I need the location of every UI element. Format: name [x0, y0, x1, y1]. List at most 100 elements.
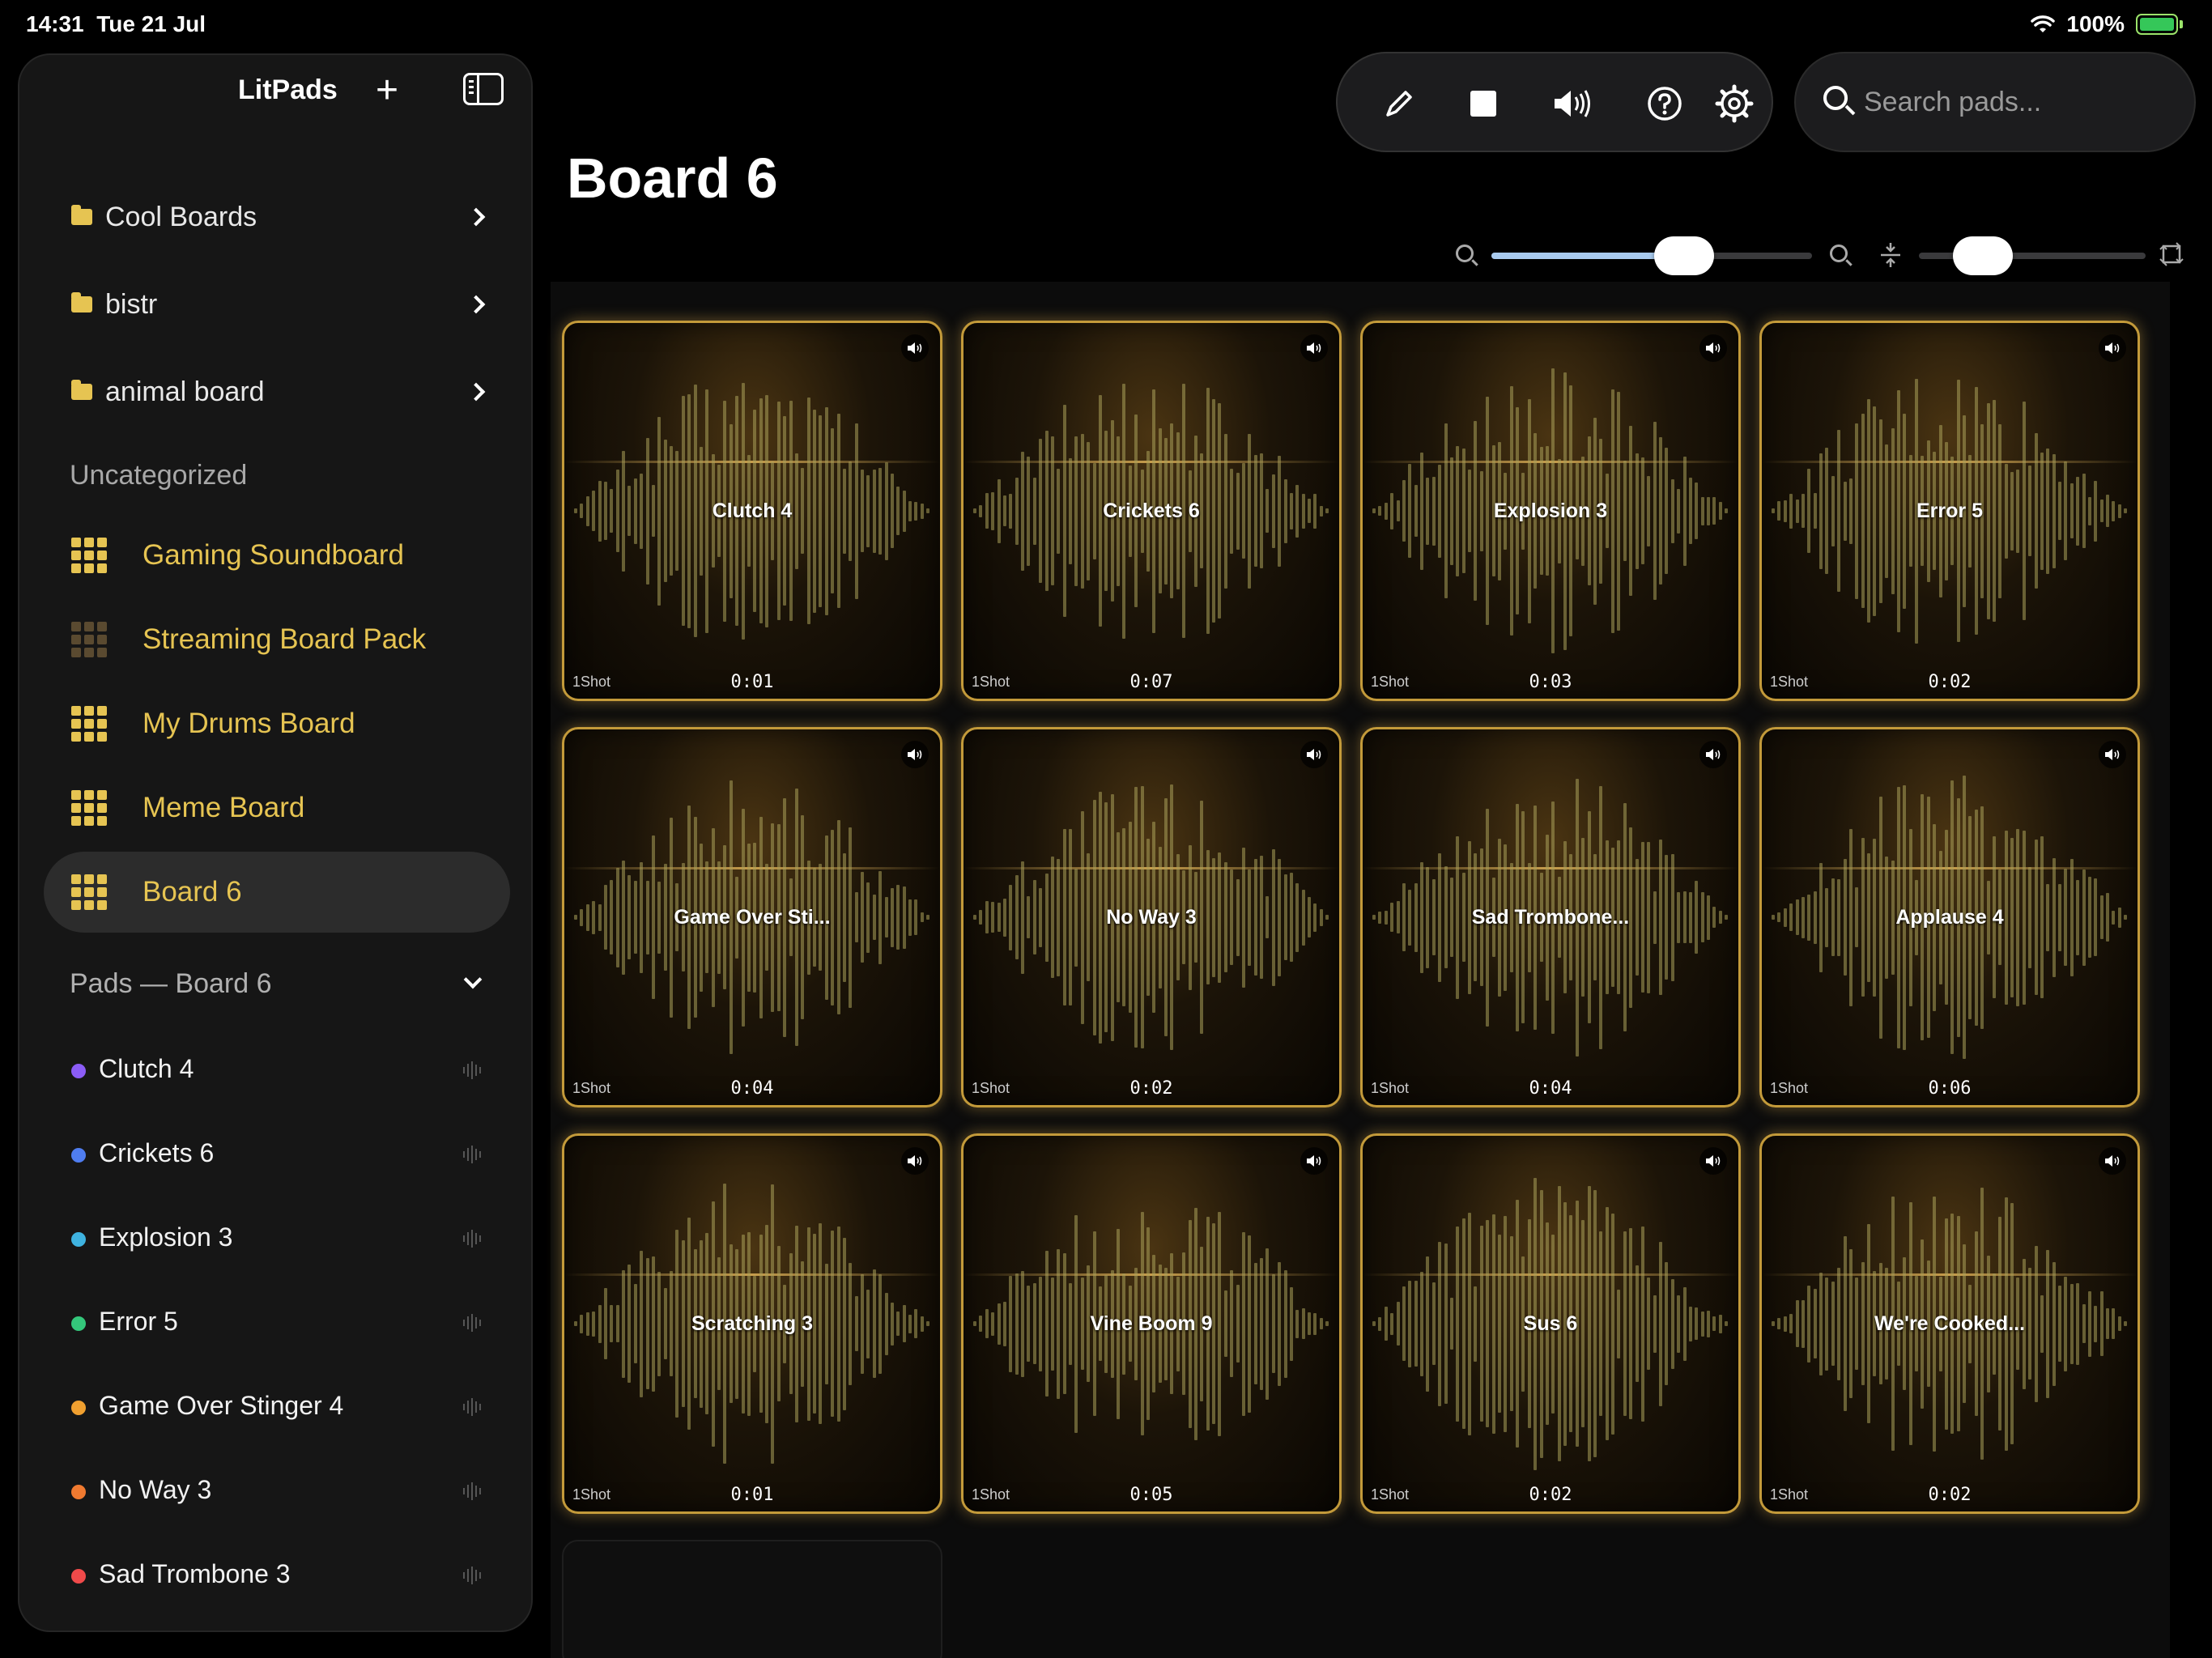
- pad-volume-icon[interactable]: [2099, 741, 2126, 768]
- sidebar-pad-item[interactable]: Crickets 6: [19, 1114, 531, 1195]
- sidebar-pad-item[interactable]: No Way 3: [19, 1451, 531, 1532]
- sidebar-pad-label: Sad Trombone 3: [99, 1559, 291, 1588]
- waveform-icon: [463, 1566, 483, 1585]
- folder-icon: [71, 205, 92, 225]
- spacing-slider: [1878, 235, 2184, 275]
- pad-name: Game Over Sti...: [674, 906, 831, 929]
- pad-color-dot: [71, 1569, 86, 1584]
- help-icon[interactable]: [1640, 79, 1689, 128]
- compress-icon[interactable]: [1878, 241, 1903, 269]
- waveform-icon: [463, 1397, 483, 1417]
- pad-volume-icon[interactable]: [2099, 334, 2126, 362]
- stop-icon[interactable]: [1459, 79, 1508, 128]
- pad-name: We're Cooked...: [1874, 1312, 2026, 1335]
- grid-icon: [71, 706, 107, 742]
- pad-volume-icon[interactable]: [901, 1147, 929, 1175]
- pad-name: Error 5: [1916, 500, 1983, 522]
- folder-label: Cool Boards: [105, 201, 257, 232]
- sound-pad[interactable]: Crickets 6 1Shot 0:07: [961, 321, 1342, 701]
- sidebar: LitPads + Cool Boards bistr animal board…: [18, 53, 533, 1632]
- status-right: 100%: [2031, 11, 2183, 37]
- zoom-out-icon[interactable]: [1456, 244, 1474, 262]
- pad-volume-icon[interactable]: [1300, 741, 1328, 768]
- sound-pad[interactable]: Error 5 1Shot 0:02: [1759, 321, 2140, 701]
- zoom-in-icon[interactable]: [1830, 244, 1848, 262]
- pad-duration: 0:04: [1529, 1078, 1572, 1099]
- sound-pad[interactable]: We're Cooked... 1Shot 0:02: [1759, 1133, 2140, 1514]
- sound-pad[interactable]: No Way 3 1Shot 0:02: [961, 727, 1342, 1107]
- pad-duration: 0:02: [1129, 1078, 1173, 1099]
- sidebar-pad-item[interactable]: Sad Trombone 3: [19, 1535, 531, 1616]
- pad-name: Sus 6: [1523, 1312, 1578, 1335]
- pad-name: Scratching 3: [691, 1312, 814, 1335]
- sound-pad[interactable]: Vine Boom 9 1Shot 0:05: [961, 1133, 1342, 1514]
- zoom-thumb[interactable]: [1653, 236, 1714, 275]
- chevron-right-icon: [466, 295, 486, 314]
- board-item-board-6[interactable]: Board 6: [44, 852, 510, 933]
- speaker-icon[interactable]: [1548, 79, 1597, 128]
- search-bar: [1794, 52, 2196, 152]
- sound-pad[interactable]: Sad Trombone... 1Shot 0:04: [1360, 727, 1741, 1107]
- add-board-button[interactable]: +: [376, 71, 398, 110]
- board-label: Streaming Board Pack: [143, 623, 427, 655]
- pad-volume-icon[interactable]: [901, 741, 929, 768]
- sound-pad[interactable]: Sus 6 1Shot 0:02: [1360, 1133, 1741, 1514]
- folder-bistr[interactable]: bistr: [19, 264, 531, 345]
- sidebar-pad-item[interactable]: Explosion 3: [19, 1198, 531, 1279]
- sidebar-toggle-icon[interactable]: [463, 73, 504, 105]
- sidebar-pad-item[interactable]: Game Over Stinger 4: [19, 1367, 531, 1448]
- sound-pad[interactable]: Game Over Sti... 1Shot 0:04: [562, 727, 942, 1107]
- pencil-icon[interactable]: [1375, 79, 1423, 128]
- pad-duration: 0:02: [1928, 1485, 1972, 1505]
- sidebar-header: LitPads +: [19, 55, 531, 128]
- board-item-my-drums-board[interactable]: My Drums Board: [44, 683, 510, 764]
- battery-tip: [2180, 20, 2183, 28]
- sidebar-pad-label: Error 5: [99, 1307, 178, 1336]
- waveform-icon: [463, 1313, 483, 1333]
- pad-name: Clutch 4: [712, 500, 793, 522]
- sidebar-pad-label: Game Over Stinger 4: [99, 1391, 344, 1420]
- sidebar-pad-item[interactable]: Error 5: [19, 1282, 531, 1363]
- pad-volume-icon[interactable]: [1699, 741, 1727, 768]
- page-title: Board 6: [567, 147, 778, 210]
- status-time: 14:31 Tue 21 Jul: [26, 11, 206, 36]
- spacing-thumb[interactable]: [1953, 236, 2013, 275]
- pad-volume-icon[interactable]: [2099, 1147, 2126, 1175]
- grid-icon: [71, 538, 107, 573]
- sidebar-pad-item[interactable]: Applause 4: [19, 1619, 531, 1630]
- chevron-right-icon: [466, 207, 486, 227]
- pad-volume-icon[interactable]: [1300, 1147, 1328, 1175]
- sound-pad[interactable]: Applause 4 1Shot 0:06: [1759, 727, 2140, 1107]
- pad-volume-icon[interactable]: [1699, 334, 1727, 362]
- battery-icon: [2136, 14, 2178, 35]
- sound-pad[interactable]: Scratching 3 1Shot 0:01: [562, 1133, 942, 1514]
- pad-color-dot: [71, 1064, 86, 1078]
- folder-cool-boards[interactable]: Cool Boards: [19, 176, 531, 257]
- board-item-streaming-board-pack[interactable]: Streaming Board Pack: [44, 599, 510, 680]
- waveform-icon: [463, 1145, 483, 1164]
- sound-pad[interactable]: Explosion 3 1Shot 0:03: [1360, 321, 1741, 701]
- sidebar-pad-item[interactable]: Clutch 4: [19, 1030, 531, 1111]
- board-item-meme-board[interactable]: Meme Board: [44, 767, 510, 848]
- expand-icon[interactable]: [2159, 241, 2184, 267]
- sound-pad[interactable]: Clutch 4 1Shot 0:01: [562, 321, 942, 701]
- pad-color-dot: [71, 1485, 86, 1499]
- empty-pad-slot[interactable]: [562, 1540, 942, 1658]
- grid-icon: [71, 790, 107, 826]
- pad-volume-icon[interactable]: [901, 334, 929, 362]
- settings-icon[interactable]: [1710, 79, 1759, 128]
- pad-color-dot: [71, 1232, 86, 1247]
- waveform-icon: [463, 1229, 483, 1248]
- pads-section-header[interactable]: Pads — Board 6: [19, 952, 531, 1017]
- folder-animal-board[interactable]: animal board: [19, 351, 531, 432]
- pad-color-dot: [71, 1401, 86, 1415]
- folder-icon: [71, 292, 92, 312]
- pad-volume-icon[interactable]: [1300, 334, 1328, 362]
- pad-volume-icon[interactable]: [1699, 1147, 1727, 1175]
- zoom-track[interactable]: [1491, 236, 1812, 275]
- board-item-gaming-soundboard[interactable]: Gaming Soundboard: [44, 515, 510, 596]
- sidebar-pad-label: No Way 3: [99, 1475, 212, 1504]
- search-input[interactable]: [1864, 78, 2172, 126]
- pad-name: Explosion 3: [1493, 500, 1608, 522]
- spacing-track[interactable]: [1919, 236, 2146, 275]
